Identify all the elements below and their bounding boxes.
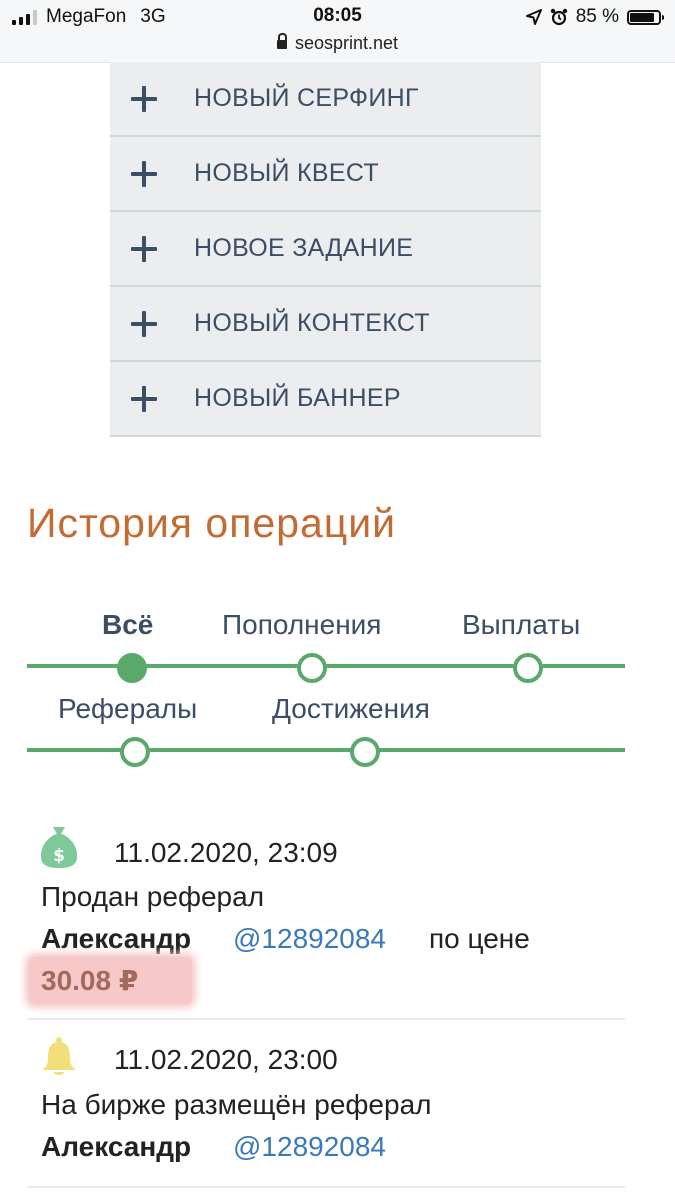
- add-menu: НОВЫЙ СЕРФИНГ НОВЫЙ КВЕСТ НОВОЕ ЗАДАНИЕ …: [110, 62, 541, 437]
- tab-track: [27, 748, 625, 752]
- tab-all[interactable]: Всё: [102, 609, 153, 641]
- menu-item-new-task[interactable]: НОВОЕ ЗАДАНИЕ: [110, 212, 541, 287]
- price-value: 30.08 ₽: [41, 965, 139, 996]
- battery-percent: 85 %: [575, 6, 619, 27]
- menu-item-label: НОВЫЙ КВЕСТ: [194, 159, 379, 187]
- entry-divider: [27, 1018, 625, 1020]
- entry-text: На бирже размещён реферал: [41, 1089, 432, 1120]
- status-right: 85 %: [525, 6, 664, 28]
- plus-icon: [131, 310, 157, 337]
- tab-all-dot[interactable]: [117, 653, 147, 683]
- menu-item-new-surfing[interactable]: НОВЫЙ СЕРФИНГ: [110, 62, 541, 137]
- alarm-icon: [550, 8, 567, 26]
- page-title: История операций: [27, 500, 397, 546]
- menu-item-new-quest[interactable]: НОВЫЙ КВЕСТ: [110, 137, 541, 212]
- plus-icon: [131, 235, 157, 262]
- entry-divider: [27, 1186, 625, 1188]
- user-id-link[interactable]: @12892084: [233, 1131, 386, 1163]
- status-bar: MegaFon 3G 08:05 seosprint.net 85 %: [0, 0, 675, 63]
- tab-deposits[interactable]: Пополнения: [222, 609, 381, 641]
- entry-user-line: Александр: [41, 1131, 191, 1163]
- tab-payouts[interactable]: Выплаты: [462, 609, 580, 641]
- battery-icon: [627, 9, 664, 25]
- tab-deposits-dot[interactable]: [297, 653, 327, 683]
- plus-icon: [131, 385, 157, 412]
- price-label: по цене: [429, 923, 530, 954]
- url-text: seosprint.net: [294, 33, 399, 53]
- user-id[interactable]: @12892084: [233, 1131, 386, 1162]
- user-id[interactable]: @12892084: [233, 923, 386, 954]
- url-bar[interactable]: seosprint.net: [0, 33, 675, 54]
- tab-referrals-dot[interactable]: [120, 737, 150, 767]
- user-name: Александр: [41, 1131, 192, 1162]
- user-name: Александр: [41, 923, 192, 954]
- svg-text:$: $: [53, 846, 65, 866]
- tab-achievements[interactable]: Достижения: [272, 693, 430, 725]
- menu-item-new-context[interactable]: НОВЫЙ КОНТЕКСТ: [110, 287, 541, 362]
- bell-icon: [42, 1037, 76, 1075]
- entry-text: Продан реферал: [41, 881, 265, 912]
- user-id-link[interactable]: @12892084: [233, 923, 386, 955]
- menu-item-label: НОВОЕ ЗАДАНИЕ: [194, 234, 414, 262]
- plus-icon: [131, 85, 157, 112]
- lock-icon: [276, 33, 287, 49]
- location-arrow-icon: [525, 9, 542, 25]
- tab-payouts-dot[interactable]: [513, 653, 543, 683]
- entry-date: 11.02.2020, 23:00: [114, 1044, 338, 1075]
- entry-user-line: Александр: [41, 923, 191, 955]
- menu-item-label: НОВЫЙ БАННЕР: [194, 384, 401, 412]
- menu-item-label: НОВЫЙ СЕРФИНГ: [194, 84, 419, 112]
- money-bag-icon: $: [40, 827, 78, 868]
- menu-item-label: НОВЫЙ КОНТЕКСТ: [194, 309, 430, 337]
- tab-achievements-dot[interactable]: [350, 737, 380, 767]
- tab-referrals[interactable]: Рефералы: [58, 693, 197, 725]
- plus-icon: [131, 160, 157, 187]
- entry-date: 11.02.2020, 23:09: [114, 837, 338, 868]
- menu-item-new-banner[interactable]: НОВЫЙ БАННЕР: [110, 362, 541, 437]
